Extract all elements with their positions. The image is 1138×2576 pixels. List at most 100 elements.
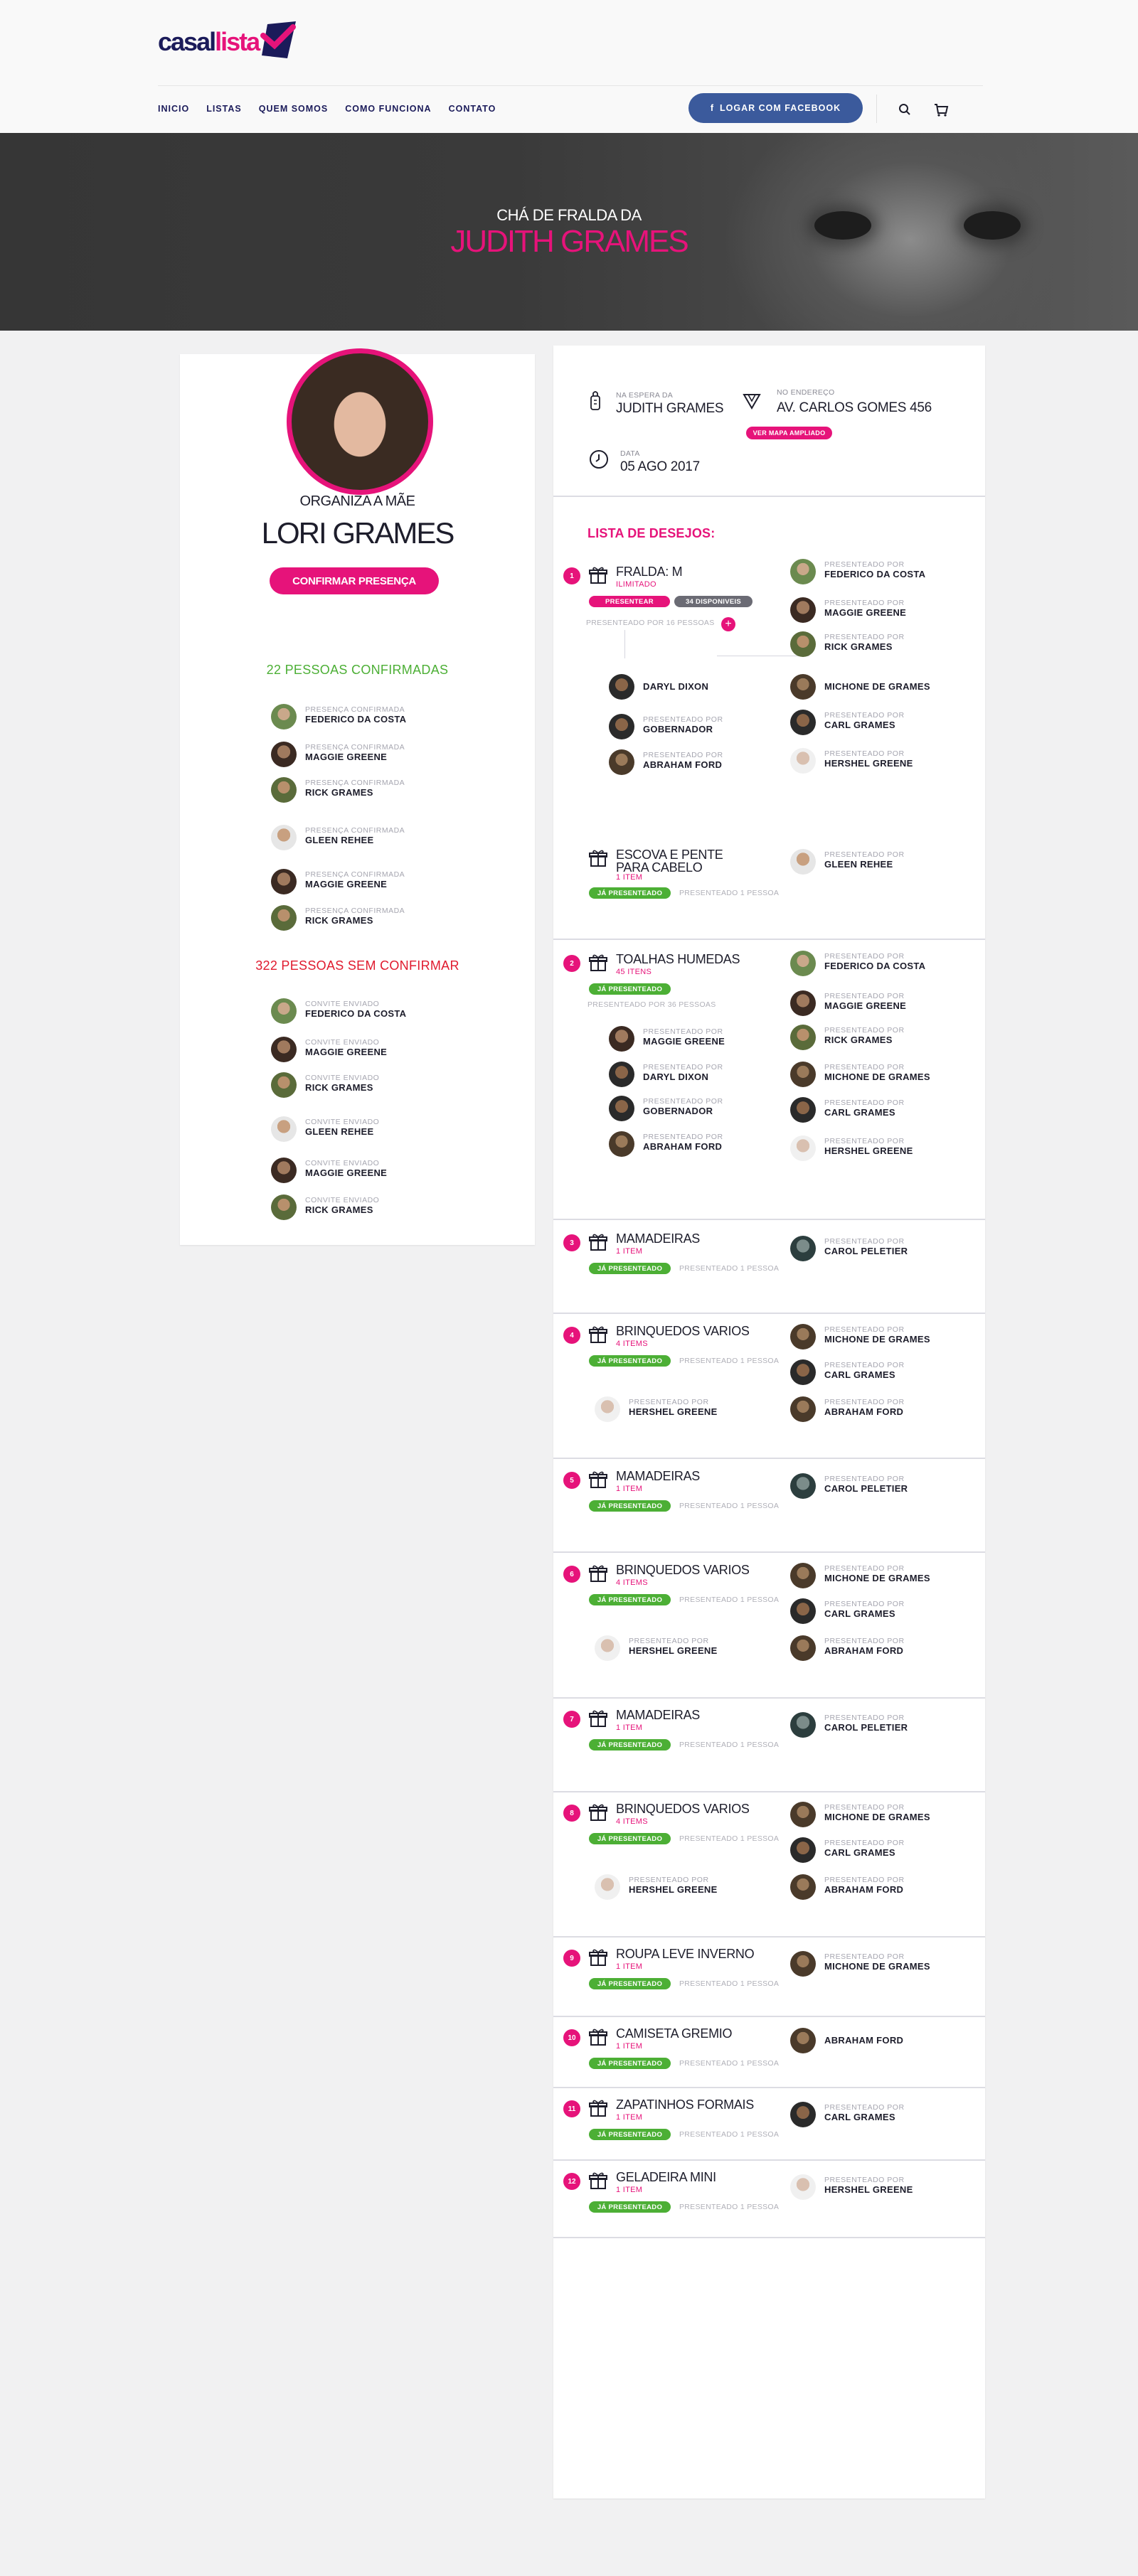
item-number-badge: 4 xyxy=(563,1327,580,1344)
section-divider xyxy=(553,1791,985,1792)
nav-quem-somos[interactable]: QUEM SOMOS xyxy=(259,104,329,114)
person-status: PRESENTEADO POR xyxy=(629,1876,709,1884)
given-by-count: PRESENTEADO 1 PESSOA xyxy=(679,2059,780,2068)
address-label: NO ENDEREÇO xyxy=(777,388,835,397)
person-text: PRESENÇA CONFIRMADA RICK GRAMES xyxy=(305,779,405,798)
facebook-icon: f xyxy=(710,103,715,113)
item-number-badge: 8 xyxy=(563,1805,580,1822)
facebook-login-label: LOGAR COM FACEBOOK xyxy=(720,103,841,113)
person-name: MAGGIE GREENE xyxy=(824,1000,907,1011)
given-by-count: PRESENTEADO 1 PESSOA xyxy=(679,889,780,897)
avatar xyxy=(595,1874,620,1900)
person-name: RICK GRAMES xyxy=(824,1035,893,1045)
search-icon[interactable] xyxy=(898,103,911,116)
gift-icon xyxy=(589,954,607,971)
person-status: PRESENTEADO POR xyxy=(643,1133,723,1141)
section-divider xyxy=(553,2087,985,2088)
waiting-label: NA ESPERA DA xyxy=(616,391,674,400)
person-text: PRESENTEADO POR MICHONE DE GRAMES xyxy=(824,1803,930,1822)
person-text: PRESENTEADO POR CARL GRAMES xyxy=(824,1839,905,1858)
item-quantity: 4 ITEMS xyxy=(616,1817,648,1826)
person-name: ABRAHAM FORD xyxy=(824,2035,904,2046)
given-by-count: PRESENTEADO 1 PESSOA xyxy=(679,1502,780,1510)
avatar xyxy=(271,777,297,803)
avatar xyxy=(609,1131,634,1157)
person-status: CONVITE ENVIADO xyxy=(305,1074,380,1082)
baby-bottle-icon xyxy=(590,391,600,410)
nav-listas[interactable]: LISTAS xyxy=(206,104,242,114)
gift-icon xyxy=(589,850,607,867)
section-divider xyxy=(553,1936,985,1938)
person-name: CARL GRAMES xyxy=(824,720,895,730)
facebook-login-button[interactable]: f LOGAR COM FACEBOOK xyxy=(688,93,863,123)
person-status: PRESENTEADO POR xyxy=(824,1637,905,1645)
cart-icon[interactable] xyxy=(933,102,949,117)
logo[interactable]: casallista xyxy=(158,18,300,65)
person-name: MAGGIE GREENE xyxy=(305,752,388,762)
person-name: CARL GRAMES xyxy=(824,1107,895,1118)
person-name: DARYL DIXON xyxy=(643,1071,709,1082)
given-badge: JÁ PRESENTEADO xyxy=(589,2058,671,2069)
avatar xyxy=(271,905,297,931)
person-text: CONVITE ENVIADO MAGGIE GREENE xyxy=(305,1159,387,1178)
view-map-button[interactable]: VER MAPA AMPLIADO xyxy=(746,427,832,439)
person-status: PRESENTEADO POR xyxy=(824,1137,905,1145)
person-status: PRESENTEADO POR xyxy=(824,1475,905,1483)
clock-icon xyxy=(590,450,608,469)
section-divider xyxy=(553,496,985,497)
given-badge: JÁ PRESENTEADO xyxy=(589,2201,671,2213)
avatar xyxy=(271,704,297,729)
given-badge: JÁ PRESENTEADO xyxy=(589,887,671,899)
person-text: PRESENTEADO POR DARYL DIXON xyxy=(643,1063,723,1082)
given-badge: JÁ PRESENTEADO xyxy=(589,1739,671,1751)
person-text: DARYL DIXON xyxy=(643,681,708,692)
avatar xyxy=(790,748,816,774)
given-by-count: PRESENTEADO POR 16 PESSOAS xyxy=(586,619,715,627)
avatar xyxy=(790,1712,816,1738)
person-status: PRESENTEADO POR xyxy=(643,751,723,759)
person-text: PRESENTEADO POR CARL GRAMES xyxy=(824,1099,905,1118)
given-by-count: PRESENTEADO 1 PESSOA xyxy=(679,1979,780,1988)
person-status: PRESENTEADO POR xyxy=(824,1714,905,1722)
person-text: PRESENTEADO POR CAROL PELETIER xyxy=(824,1714,908,1733)
avatar xyxy=(790,1951,816,1977)
person-name: RICK GRAMES xyxy=(305,787,373,798)
connector-line xyxy=(624,630,625,658)
gift-icon xyxy=(589,1804,607,1821)
avatar xyxy=(790,1563,816,1588)
avatar xyxy=(790,1837,816,1863)
item-title: FRALDA: M xyxy=(616,565,683,579)
avatar xyxy=(790,597,816,623)
item-number-badge: 7 xyxy=(563,1711,580,1728)
expand-givers-button[interactable]: + xyxy=(721,617,735,631)
nav-contato[interactable]: CONTATO xyxy=(449,104,496,114)
item-title: GELADEIRA MINI xyxy=(616,2170,716,2184)
given-by-count: PRESENTEADO 1 PESSOA xyxy=(679,1834,780,1843)
nav-inicio[interactable]: INICIO xyxy=(158,104,189,114)
give-gift-button[interactable]: PRESENTEAR xyxy=(589,596,670,607)
section-divider xyxy=(553,2237,985,2238)
confirm-presence-button[interactable]: CONFIRMAR PRESENÇA xyxy=(270,567,439,594)
given-by-count: PRESENTEADO 1 PESSOA xyxy=(679,1264,780,1273)
person-text: PRESENTEADO POR HERSHEL GREENE xyxy=(629,1876,718,1895)
item-title: ZAPATINHOS FORMAIS xyxy=(616,2097,754,2112)
nav-como-funciona[interactable]: COMO FUNCIONA xyxy=(345,104,431,114)
given-badge: JÁ PRESENTEADO xyxy=(589,1355,671,1367)
person-name: ABRAHAM FORD xyxy=(824,1645,904,1656)
person-status: PRESENÇA CONFIRMADA xyxy=(305,907,405,915)
person-text: ABRAHAM FORD xyxy=(824,2035,903,2046)
person-text: PRESENÇA CONFIRMADA GLEEN REHEE xyxy=(305,826,405,845)
person-status: PRESENTEADO POR xyxy=(824,1876,905,1884)
person-name: FEDERICO DA COSTA xyxy=(824,961,926,971)
avatar xyxy=(609,674,634,700)
person-text: PRESENTEADO POR GOBERNADOR xyxy=(643,1097,723,1116)
given-badge: JÁ PRESENTEADO xyxy=(589,1833,671,1844)
person-name: ABRAHAM FORD xyxy=(643,759,723,770)
person-text: PRESENTEADO POR ABRAHAM FORD xyxy=(643,751,723,770)
person-status: PRESENTEADO POR xyxy=(824,1803,905,1812)
avatar xyxy=(609,749,634,775)
hero-banner: CHÁ DE FRALDA DA JUDITH GRAMES xyxy=(0,133,1138,331)
person-status: PRESENTEADO POR xyxy=(824,1237,905,1246)
person-text: PRESENTEADO POR CAROL PELETIER xyxy=(824,1237,908,1256)
organizer-label: ORGANIZA A MÃE xyxy=(299,493,415,509)
